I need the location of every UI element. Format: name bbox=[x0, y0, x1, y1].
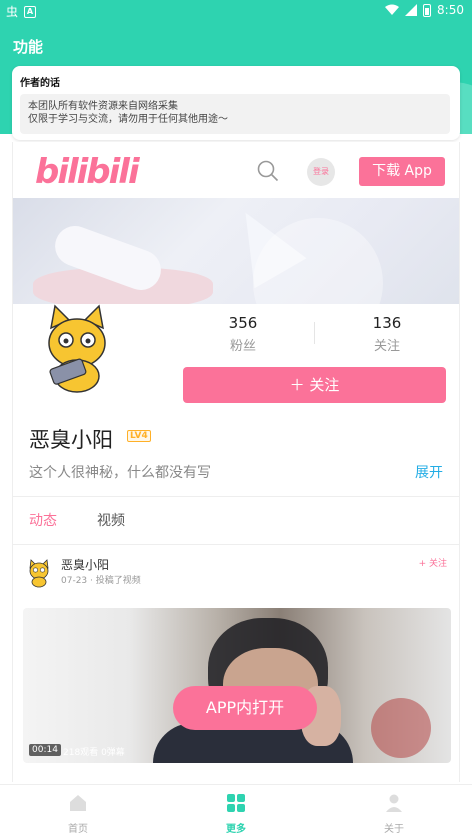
follow-button[interactable]: ＋ 关注 bbox=[183, 367, 446, 403]
user-avatar[interactable] bbox=[37, 298, 117, 398]
post-follow-link[interactable]: + 关注 bbox=[419, 556, 447, 569]
author-notice-body: 本团队所有软件资源来自网络采集 仅限于学习与交流，请勿用于任何其他用途～ bbox=[20, 94, 450, 134]
user-bio: 这个人很神秘，什么都没有写 bbox=[29, 465, 211, 481]
bottom-navigation: 首页 更多 关于 bbox=[0, 784, 472, 840]
profile-stats: 356 粉丝 136 关注 bbox=[183, 314, 447, 354]
signal-icon bbox=[405, 4, 418, 16]
post-meta: 07-23 · 投稿了视频 bbox=[61, 576, 141, 586]
section-divider bbox=[13, 544, 459, 545]
following-stat[interactable]: 136 关注 bbox=[327, 314, 447, 354]
login-button[interactable]: 登录 bbox=[307, 158, 335, 186]
bilibili-webview: bilibili 登录 下载 App 356 粉丝 136 关注 ＋ 关注 恶臭… bbox=[12, 142, 460, 782]
nav-home-label: 首页 bbox=[68, 824, 88, 835]
status-time: 8:50 bbox=[437, 3, 464, 17]
tab-videos[interactable]: 视频 bbox=[97, 510, 125, 530]
followers-stat[interactable]: 356 粉丝 bbox=[183, 314, 303, 354]
bilibili-logo[interactable]: bilibili bbox=[35, 152, 140, 192]
search-icon[interactable] bbox=[257, 160, 279, 182]
open-in-app-button[interactable]: APP内打开 bbox=[173, 686, 317, 730]
post-author-avatar[interactable] bbox=[27, 558, 51, 588]
nav-home[interactable]: 首页 bbox=[38, 793, 118, 835]
wifi-icon bbox=[385, 4, 400, 15]
video-views: 218观看 bbox=[63, 748, 99, 758]
video-thumbnail[interactable]: APP内打开 00:14 218观看 0弹幕 bbox=[23, 608, 451, 763]
video-duration: 00:14 bbox=[29, 744, 61, 756]
nav-about[interactable]: 关于 bbox=[354, 793, 434, 835]
stats-divider bbox=[314, 322, 315, 344]
video-danmaku: 0弹幕 bbox=[101, 748, 125, 758]
video-stats: 218观看 0弹幕 bbox=[63, 745, 125, 758]
person-icon bbox=[386, 794, 402, 812]
battery-icon bbox=[423, 3, 432, 17]
nav-more[interactable]: 更多 bbox=[196, 793, 276, 835]
following-label: 关注 bbox=[373, 339, 400, 354]
following-count: 136 bbox=[372, 314, 402, 332]
nav-more-label: 更多 bbox=[226, 824, 246, 835]
post-author-name[interactable]: 恶臭小阳 bbox=[61, 556, 109, 573]
grid-icon bbox=[227, 794, 245, 812]
page-title: 功能 bbox=[13, 38, 44, 56]
section-divider bbox=[13, 496, 459, 497]
author-notice-line: 本团队所有软件资源来自网络采集 bbox=[28, 101, 178, 112]
app-notification-icon: A bbox=[24, 5, 37, 18]
download-app-button[interactable]: 下载 App bbox=[359, 157, 445, 186]
nav-about-label: 关于 bbox=[384, 824, 404, 835]
level-badge: LV4 bbox=[127, 430, 151, 442]
home-icon bbox=[70, 795, 86, 811]
tab-dynamics[interactable]: 动态 bbox=[29, 510, 57, 530]
author-notice-card: 作者的话 本团队所有软件资源来自网络采集 仅限于学习与交流，请勿用于任何其他用途… bbox=[12, 66, 460, 140]
followers-count: 356 bbox=[228, 314, 258, 332]
username: 恶臭小阳 bbox=[29, 428, 113, 452]
bug-icon: 虫 bbox=[6, 5, 19, 19]
profile-banner bbox=[13, 198, 459, 304]
status-bar: 虫 A 8:50 bbox=[0, 0, 472, 22]
author-notice-line: 仅限于学习与交流，请勿用于任何其他用途～ bbox=[28, 114, 228, 125]
bilibili-header: bilibili 登录 下载 App bbox=[13, 142, 459, 198]
author-notice-heading: 作者的话 bbox=[20, 78, 60, 89]
expand-link[interactable]: 展开 bbox=[415, 462, 443, 482]
followers-label: 粉丝 bbox=[229, 339, 256, 354]
